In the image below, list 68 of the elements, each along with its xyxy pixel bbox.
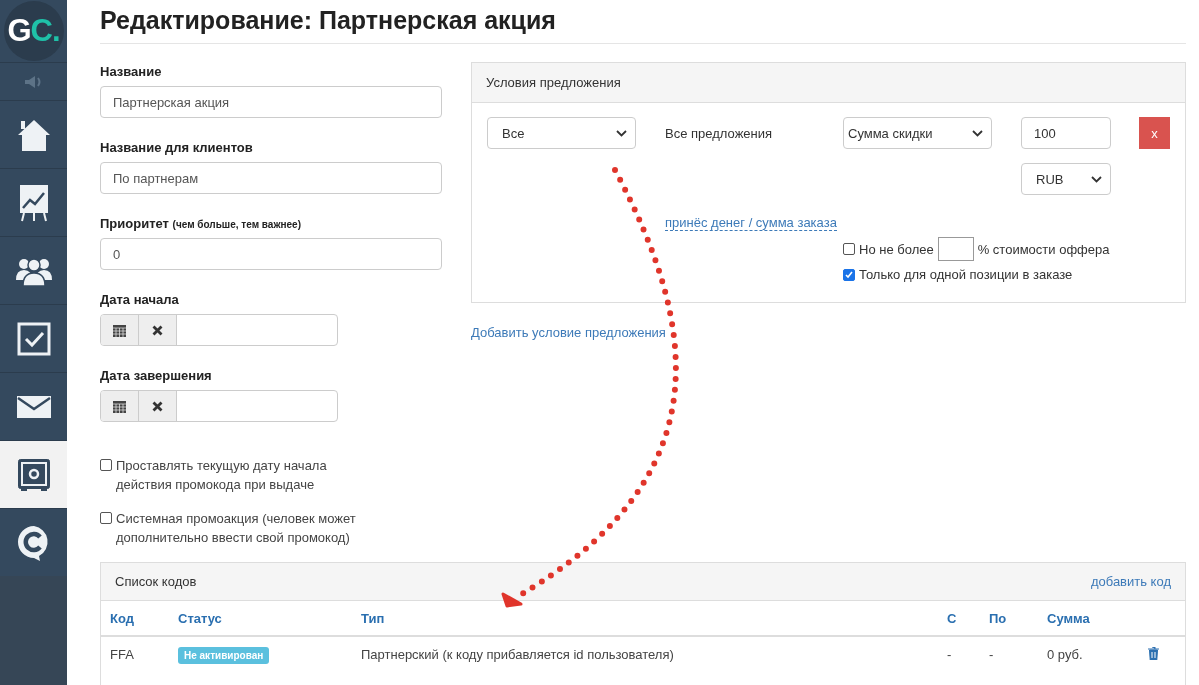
checkbox[interactable] [100, 459, 112, 471]
logo[interactable]: GC. [3, 1, 64, 61]
sidebar-item[interactable] [0, 236, 67, 304]
clear-button[interactable] [139, 391, 177, 421]
text-field[interactable]: По партнерам [100, 162, 442, 194]
checkbox-icon [16, 321, 51, 356]
table-cell: Партнерский (к коду прибавляется id пользователя) [361, 636, 947, 685]
sidebar-item[interactable] [0, 372, 67, 440]
percent-field[interactable] [937, 237, 974, 261]
sidebar-item[interactable] [0, 508, 67, 576]
calendar-button[interactable] [101, 315, 139, 345]
table-cell: - [989, 636, 1047, 685]
column-header[interactable]: Статус [178, 601, 361, 636]
field-label: Дата начала [100, 292, 180, 307]
option-suffix: % стоимости оффера [977, 241, 1110, 257]
scope-text: Все предложения [665, 125, 774, 141]
close-icon [152, 400, 163, 412]
checkbox-label: Системная промоакция (человек может дополнительно ввести свой промокод) [116, 510, 357, 547]
close-icon [152, 324, 163, 336]
column-header[interactable]: Тип [361, 601, 947, 636]
remove-button[interactable]: x [1139, 117, 1170, 149]
option-label: Только для одной позиции в заказе [859, 267, 1073, 282]
calendar-button[interactable] [101, 391, 139, 421]
field-label: Приоритет (чем больше, тем важнее) [100, 216, 302, 231]
panel-title: Условия предложения [472, 63, 1185, 103]
checkbox[interactable] [843, 243, 855, 255]
table-cell: - [947, 636, 989, 685]
field-label: Название [100, 64, 163, 79]
caret-icon [616, 129, 627, 137]
checkbox[interactable] [843, 268, 855, 281]
column-header[interactable]: Сумма [1047, 601, 1148, 636]
panel-title: Список кодов [115, 574, 197, 589]
table-cell: 0 руб. [1047, 636, 1148, 685]
calendar-icon [113, 323, 126, 337]
column-header[interactable]: Код [101, 601, 178, 636]
clear-button[interactable] [139, 315, 177, 345]
chart-board-icon [18, 183, 49, 222]
text-field[interactable]: 0 [100, 238, 442, 270]
text-field[interactable]: Партнерская акция [100, 86, 442, 118]
scope-select[interactable]: Все [487, 117, 636, 149]
date-input-group[interactable] [100, 390, 338, 422]
checkbox-label: Проставлять текущую дату начала действия промокода при выдаче [116, 457, 328, 494]
page-title: Редактирование: Партнерская акция [100, 0, 1186, 44]
safe-icon [16, 457, 51, 492]
table-cell: FFA [101, 636, 178, 685]
discount-type-select[interactable]: Сумма скидки [843, 117, 992, 149]
column-header[interactable]: С [947, 601, 989, 636]
field-label: Дата завершения [100, 368, 213, 383]
column-header[interactable]: По [989, 601, 1047, 636]
calendar-icon [113, 399, 126, 413]
sidebar-item[interactable] [0, 100, 67, 168]
option-label: Но не более [859, 241, 934, 257]
add-condition-link[interactable]: Добавить условие предложения [471, 325, 666, 340]
condition-link[interactable]: принёс денег / сумма заказа [665, 215, 837, 231]
caret-icon [1091, 175, 1102, 183]
trash-icon[interactable] [1148, 647, 1159, 660]
mail-icon [16, 395, 51, 418]
field-label: Название для клиентов [100, 140, 254, 155]
currency-select[interactable]: RUB [1021, 163, 1111, 195]
add-code-link[interactable]: добавить код [1090, 574, 1171, 589]
caret-icon [972, 129, 983, 137]
amount-field[interactable]: 100 [1021, 117, 1111, 149]
sidebar-item[interactable] [0, 440, 67, 508]
checkbox[interactable] [100, 512, 112, 524]
date-input-group[interactable] [100, 314, 338, 346]
sidebar-item[interactable] [0, 304, 67, 372]
sidebar-item[interactable] [0, 168, 67, 236]
status-badge: Не активирован [178, 647, 270, 664]
